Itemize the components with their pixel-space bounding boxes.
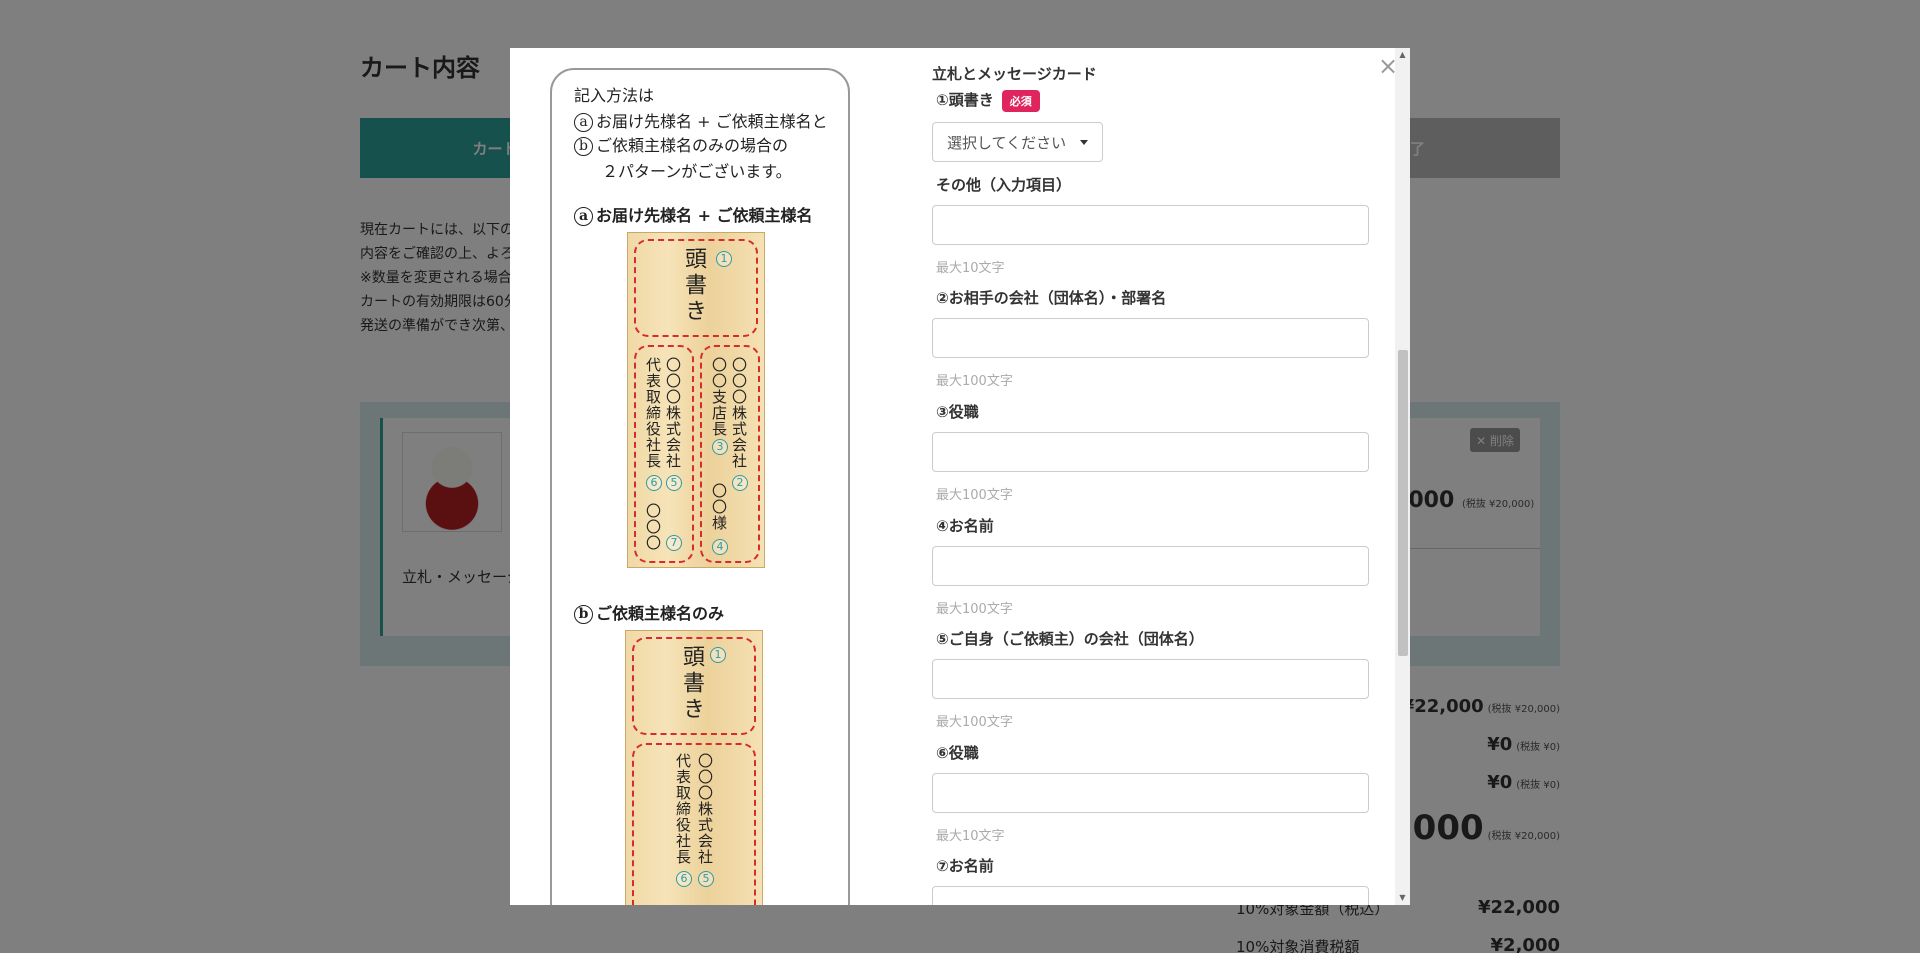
- field-6-label: ⑥役職: [936, 744, 979, 762]
- sender-name-input[interactable]: [932, 886, 1369, 905]
- message-card-modal: 記入方法は a お届け先様名 + ご依頼主様名と b ご依頼主様名のみの場合の ２パ…: [510, 48, 1410, 905]
- scroll-thumb[interactable]: [1398, 350, 1408, 656]
- other-hint: 最大10文字: [936, 261, 1005, 276]
- field-1-label: ①頭書き 必須: [936, 89, 1040, 112]
- pattern-a-title: a お届け先様名 + ご依頼主様名: [574, 202, 813, 226]
- circle-a-icon: a: [574, 207, 593, 226]
- other-input[interactable]: [932, 205, 1369, 245]
- marker-1: 1: [716, 251, 732, 267]
- guide-line-1: 記入方法は: [574, 86, 655, 105]
- section-title: 立札とメッセージカード: [932, 65, 1097, 83]
- field-3-label: ③役職: [936, 403, 979, 421]
- recipient-name-input[interactable]: [932, 546, 1369, 586]
- circle-b-icon: b: [574, 137, 593, 156]
- guide-line-2: a お届け先様名 + ご依頼主様名と: [574, 108, 828, 132]
- guide-line-3: b ご依頼主様名のみの場合の: [574, 132, 788, 156]
- sender-company-input[interactable]: [932, 659, 1369, 699]
- heading-select[interactable]: 選択してください: [932, 122, 1103, 162]
- chevron-down-icon: [1080, 139, 1088, 145]
- scroll-down-icon[interactable]: ▼: [1395, 891, 1410, 905]
- field-2-label: ②お相手の会社（団体名）・部署名: [936, 289, 1167, 307]
- field-3-hint: 最大100文字: [936, 488, 1013, 503]
- field-4-hint: 最大100文字: [936, 602, 1013, 617]
- board-head-text: 頭書き: [681, 247, 706, 325]
- recipient-title-input[interactable]: [932, 432, 1369, 472]
- modal-scrollbar[interactable]: ▲ ▼: [1395, 48, 1410, 905]
- sample-board-a: 頭書き 1 〇〇〇株式会社 代表取締役社長 〇〇〇 5 6 7 〇〇〇株式会社 …: [627, 232, 765, 568]
- sender-title-input[interactable]: [932, 773, 1369, 813]
- field-4-label: ④お名前: [936, 517, 994, 535]
- field-5-hint: 最大100文字: [936, 715, 1013, 730]
- sample-board-b: 頭書き 1 〇〇〇株式会社 代表取締役社長 5 6: [625, 630, 763, 905]
- circle-a-icon: a: [574, 113, 593, 132]
- scroll-up-icon[interactable]: ▲: [1395, 48, 1410, 62]
- field-2-hint: 最大100文字: [936, 374, 1013, 389]
- field-7-label: ⑦お名前: [936, 857, 994, 875]
- other-label: その他（入力項目）: [936, 176, 1072, 194]
- recipient-company-input[interactable]: [932, 318, 1369, 358]
- pattern-b-title: b ご依頼主様名のみ: [574, 600, 724, 624]
- circle-b-icon: b: [574, 605, 593, 624]
- required-badge: 必須: [1001, 89, 1040, 112]
- field-6-hint: 最大10文字: [936, 829, 1005, 844]
- guide-line-4: ２パターンがございます。: [602, 162, 792, 181]
- writing-guide: 記入方法は a お届け先様名 + ご依頼主様名と b ご依頼主様名のみの場合の ２パ…: [550, 68, 850, 905]
- field-5-label: ⑤ご自身（ご依頼主）の会社（団体名）: [936, 630, 1204, 648]
